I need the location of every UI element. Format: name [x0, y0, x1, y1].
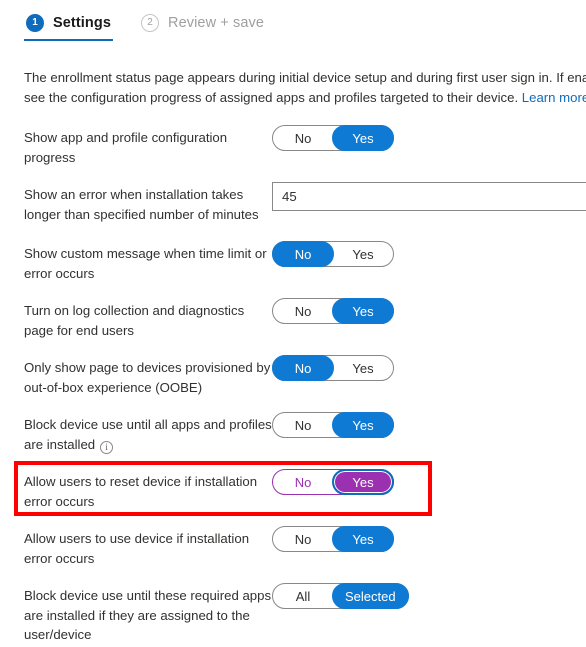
wizard-tab-strip: 1 Settings 2 Review + save — [24, 8, 266, 41]
toggle-option-yes[interactable]: Yes — [332, 298, 394, 324]
setting-row-allow-users-to-reset-device: Allow users to reset device if installat… — [0, 468, 586, 513]
setting-control: No Yes — [272, 468, 394, 495]
setting-label-text: Show app and profile configuration progr… — [24, 130, 228, 165]
choice-toggle[interactable]: No Yes — [272, 241, 394, 267]
setting-label: Block device use until these required ap… — [24, 582, 272, 645]
setting-label-text: Block device use until these required ap… — [24, 588, 272, 642]
tab-settings[interactable]: 1 Settings — [24, 8, 113, 41]
setting-label: Turn on log collection and diagnostics p… — [24, 297, 272, 340]
toggle-option-yes[interactable]: Yes — [332, 241, 394, 267]
enrollment-status-page-settings: 1 Settings 2 Review + save The enrollmen… — [0, 0, 586, 647]
choice-toggle[interactable]: No Yes — [272, 526, 394, 552]
setting-control: No Yes — [272, 240, 394, 267]
step-number-badge-1: 1 — [26, 14, 44, 32]
toggle-option-no[interactable]: No — [272, 298, 334, 324]
tab-active-underline — [24, 39, 113, 41]
setting-control: No Yes — [272, 354, 394, 381]
setting-label-text: Only show page to devices provisioned by… — [24, 360, 271, 395]
setting-control: No Yes — [272, 411, 394, 438]
tab-review-and-save[interactable]: 2 Review + save — [139, 8, 266, 41]
choice-toggle[interactable]: No Yes — [272, 298, 394, 324]
choice-toggle[interactable]: All Selected — [272, 583, 409, 609]
setting-label-text: Block device use until all apps and prof… — [24, 417, 272, 452]
toggle-option-yes[interactable]: Yes — [332, 526, 394, 552]
learn-more-link[interactable]: Learn more. — [522, 90, 586, 105]
toggle-option-yes[interactable]: Yes — [332, 412, 394, 438]
setting-label-text: Show an error when installation takes lo… — [24, 187, 259, 222]
toggle-option-no[interactable]: No — [272, 241, 334, 267]
setting-control: No Yes — [272, 525, 394, 552]
setting-label: Show custom message when time limit or e… — [24, 240, 272, 283]
setting-row-only-show-page-to-devices: Only show page to devices provisioned by… — [0, 354, 586, 399]
toggle-option-no[interactable]: No — [272, 125, 334, 151]
setting-label-text: Show custom message when time limit or e… — [24, 246, 267, 281]
info-icon[interactable]: i — [100, 440, 114, 454]
setting-row-show-custom-message-when-time: Show custom message when time limit or e… — [0, 240, 586, 285]
toggle-option-no[interactable]: No — [272, 469, 334, 495]
setting-row-allow-users-to-use-device: Allow users to use device if installatio… — [0, 525, 586, 570]
tab-review-and-save-label: Review + save — [168, 15, 264, 31]
setting-label: Allow users to reset device if installat… — [24, 468, 272, 511]
setting-label: Block device use until all apps and prof… — [24, 411, 272, 454]
toggle-option-yes[interactable]: Yes — [332, 469, 394, 495]
setting-label-text: Allow users to use device if installatio… — [24, 531, 250, 566]
tab-settings-label: Settings — [53, 15, 111, 31]
toggle-option-yes[interactable]: Yes — [332, 125, 394, 151]
toggle-option-all[interactable]: All — [272, 583, 334, 609]
setting-row-block-device-use-until-these: Block device use until these required ap… — [0, 582, 586, 645]
toggle-option-no[interactable]: No — [272, 355, 334, 381]
toggle-option-yes[interactable]: Yes — [332, 355, 394, 381]
setting-control: No Yes — [272, 297, 394, 324]
page-description: The enrollment status page appears durin… — [24, 68, 586, 108]
step-number-badge-2: 2 — [141, 14, 159, 32]
setting-control: All Selected — [272, 582, 409, 609]
choice-toggle[interactable]: No Yes — [272, 469, 394, 495]
setting-label: Allow users to use device if installatio… — [24, 525, 272, 568]
page-description-text: The enrollment status page appears durin… — [24, 70, 586, 105]
setting-row-show-an-error-when-installation: Show an error when installation takes lo… — [0, 181, 586, 226]
toggle-option-selected[interactable]: Selected — [332, 583, 409, 609]
settings-list: Show app and profile configuration progr… — [0, 124, 586, 647]
setting-label: Show an error when installation takes lo… — [24, 181, 272, 224]
setting-label-text: Allow users to reset device if installat… — [24, 474, 258, 509]
setting-label-text: Turn on log collection and diagnostics p… — [24, 303, 245, 338]
toggle-option-no[interactable]: No — [272, 526, 334, 552]
setting-label: Show app and profile configuration progr… — [24, 124, 272, 167]
setting-row-show-app-and-profile-configuration: Show app and profile configuration progr… — [0, 124, 586, 169]
minutes-input[interactable] — [272, 182, 586, 211]
choice-toggle[interactable]: No Yes — [272, 412, 394, 438]
setting-control — [272, 181, 586, 211]
toggle-option-no[interactable]: No — [272, 412, 334, 438]
choice-toggle[interactable]: No Yes — [272, 125, 394, 151]
setting-row-turn-on-log-collection-and: Turn on log collection and diagnostics p… — [0, 297, 586, 342]
setting-row-block-device-use-until-all: Block device use until all apps and prof… — [0, 411, 586, 456]
setting-control: No Yes — [272, 124, 394, 151]
choice-toggle[interactable]: No Yes — [272, 355, 394, 381]
setting-label: Only show page to devices provisioned by… — [24, 354, 272, 397]
